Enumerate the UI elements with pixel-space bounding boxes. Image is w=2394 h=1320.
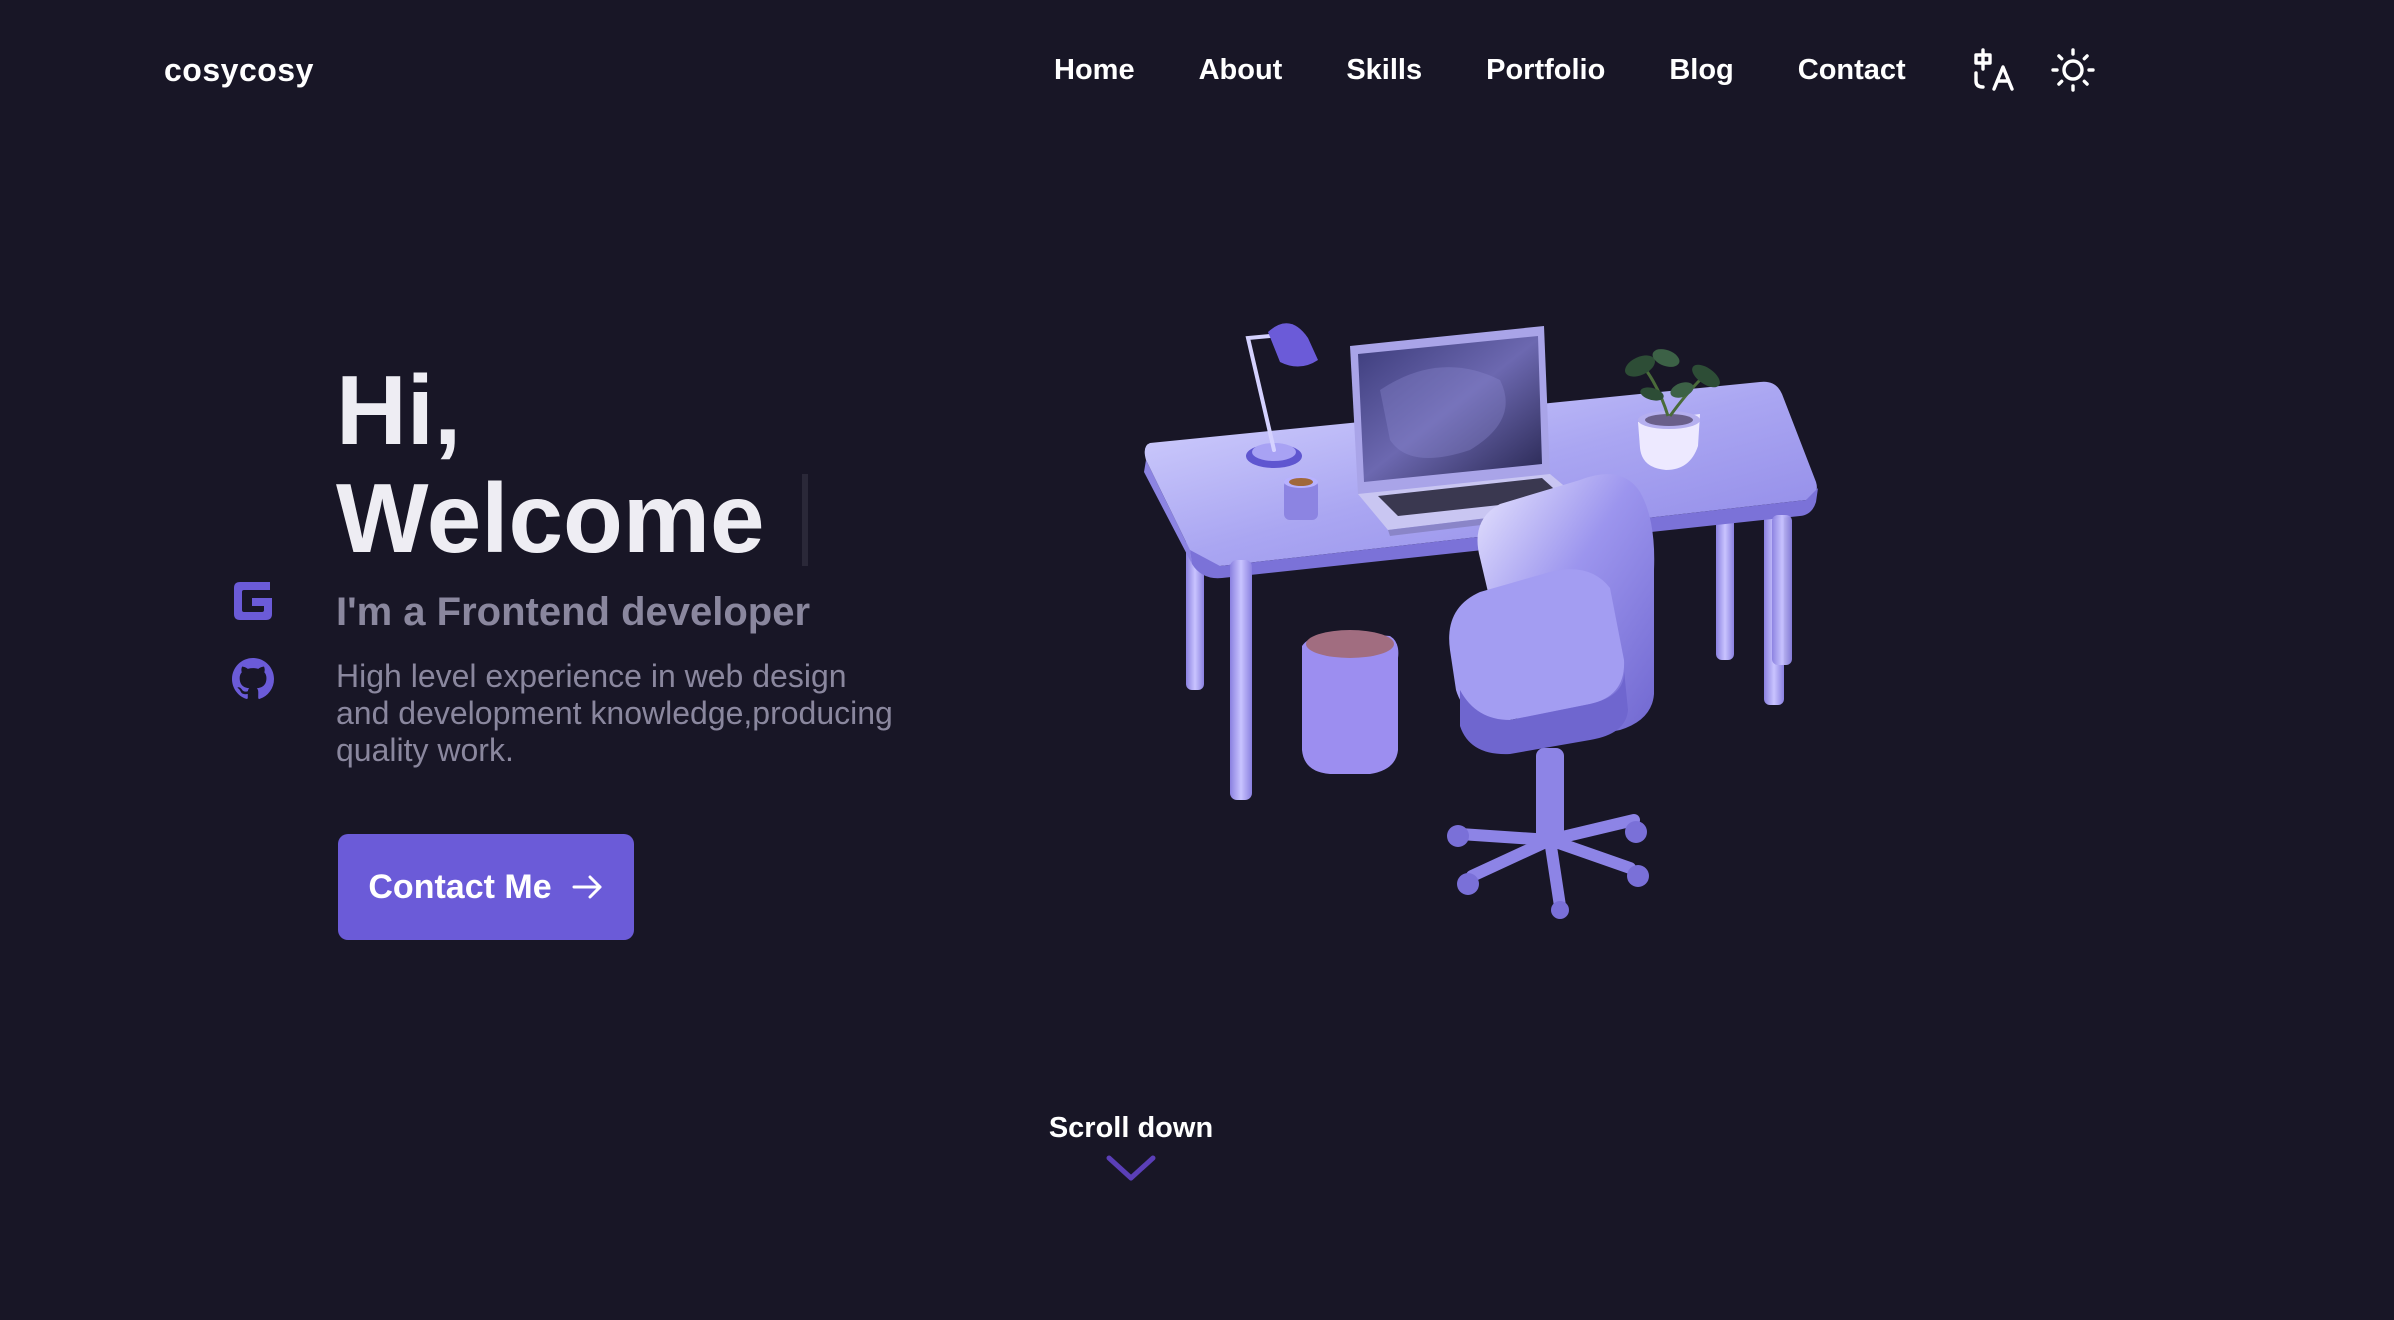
hero-subtitle: I'm a Frontend developer: [336, 590, 811, 634]
scroll-down-label: Scroll down: [1048, 1112, 1214, 1144]
contact-me-button[interactable]: Contact Me: [338, 834, 634, 940]
hero-welcome: Welcome: [336, 463, 765, 573]
nav-portfolio[interactable]: Portfolio: [1486, 50, 1605, 90]
page: cosycosy Home About Skills Portfolio Blo…: [0, 0, 2394, 1320]
hero-description: High level experience in web design and …: [336, 658, 893, 768]
main-nav: Home About Skills Portfolio Blog Contact: [1054, 47, 2096, 93]
github-icon[interactable]: [230, 656, 276, 702]
translate-icon[interactable]: [1972, 47, 2018, 93]
hero-welcome-line: Welcome: [336, 463, 809, 573]
nav-contact[interactable]: Contact: [1798, 50, 1906, 90]
scroll-down[interactable]: Scroll down: [1049, 1108, 1213, 1189]
sun-icon[interactable]: [2050, 47, 2096, 93]
nav-blog[interactable]: Blog: [1669, 50, 1733, 90]
nav-about[interactable]: About: [1199, 50, 1283, 90]
hero-title: Hi, Welcome: [336, 355, 809, 573]
site-logo[interactable]: cosycosy: [164, 50, 314, 90]
chevron-down-icon: [1105, 1154, 1157, 1189]
gitee-icon[interactable]: [230, 578, 276, 624]
social-links: [230, 578, 276, 702]
desk-illustration: [1140, 310, 1840, 930]
arrow-right-icon: [570, 870, 604, 904]
nav-home[interactable]: Home: [1054, 50, 1135, 90]
contact-me-label: Contact Me: [368, 867, 552, 906]
nav-skills[interactable]: Skills: [1346, 50, 1422, 90]
hero-greeting: Hi,: [336, 355, 462, 465]
typing-cursor: [802, 474, 809, 566]
